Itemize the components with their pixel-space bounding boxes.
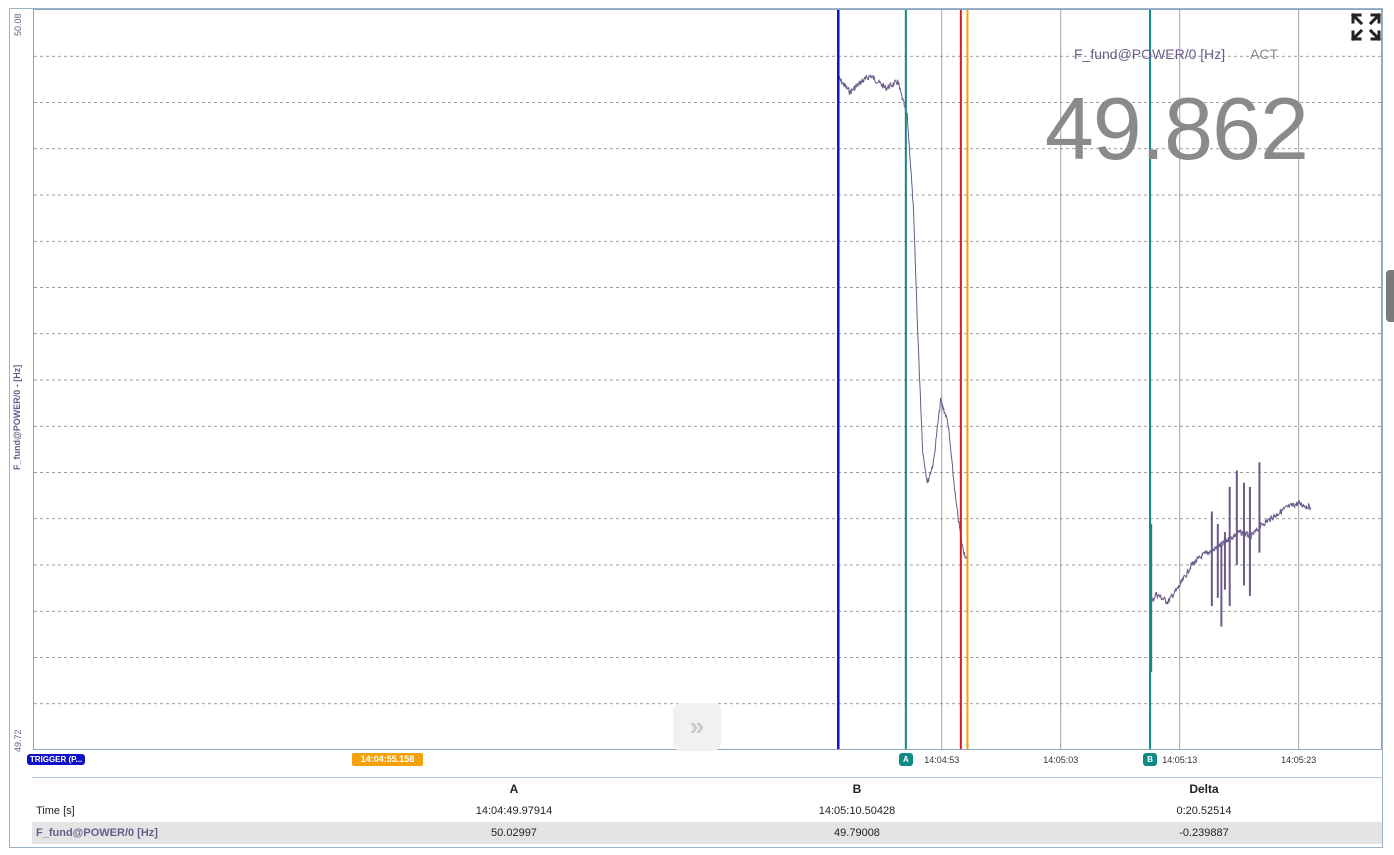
y-axis-label: F_fund@POWER/0 - [Hz] [12,364,22,470]
y-tick-min: 49.72 [13,729,23,752]
header-delta: Delta [1189,782,1219,796]
cell-a: 50.02997 [340,822,688,844]
header-a: A [509,782,519,796]
cell-delta: -0.239887 [1026,822,1382,844]
cursor-table: A B Delta Time [s] 14:04:49.97914 14:05:… [32,777,1382,844]
cell-b: 14:05:10.50428 [818,805,896,817]
row-label: Time [s] [36,805,75,817]
cursor-a-handle[interactable]: A [898,753,913,766]
cell-delta: 0:20.52514 [1176,805,1232,817]
header-empty [32,778,340,801]
x-tick-label: 14:05:13 [1162,755,1198,765]
readout-mode[interactable]: ACT [1250,46,1278,62]
x-tick-label: 14:04:53 [924,755,960,765]
scrollbar-handle[interactable] [1386,270,1394,322]
readout-channel-name: F_fund@POWER/0 [Hz] [1074,46,1226,62]
trigger-marker[interactable]: TRIGGER (P... [27,754,85,765]
expand-icon[interactable] [1350,12,1382,42]
readout-value: 49.862 [1044,79,1309,178]
fast-forward-icon[interactable]: » [673,703,721,751]
cursor-b-handle[interactable]: B [1143,753,1158,766]
x-tick-label: 14:05:03 [1043,755,1079,765]
cell-a: 14:04:49.97914 [475,805,553,817]
header-b: B [852,782,862,796]
cursor-table-header: A B Delta [32,778,1382,801]
row-label: F_fund@POWER/0 [Hz] [32,822,340,844]
table-row: Time [s] 14:04:49.97914 14:05:10.50428 0… [32,800,1382,822]
y-tick-max: 50.08 [13,13,23,36]
cell-b: 49.79008 [688,822,1026,844]
current-time-marker[interactable]: 14:04:55.158 [352,753,423,766]
table-row: F_fund@POWER/0 [Hz] 50.02997 49.79008 -0… [32,822,1382,844]
x-tick-label: 14:05:23 [1281,755,1317,765]
